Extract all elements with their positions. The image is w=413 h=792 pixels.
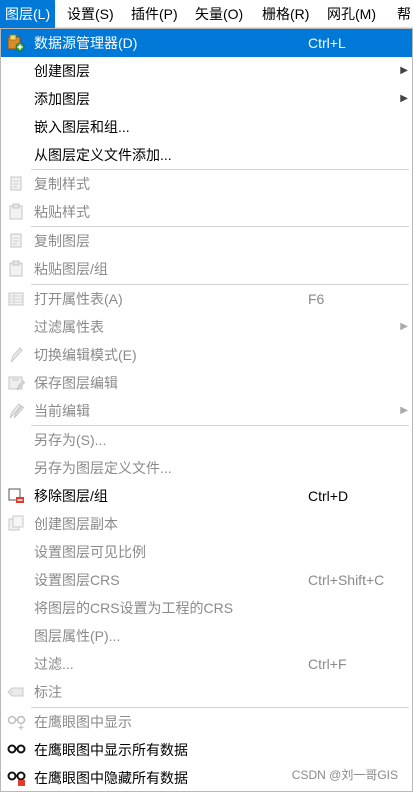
overview-show-icon [7,713,26,731]
pencil-icon [7,402,25,420]
menu-item-label: 创建图层副本 [34,516,118,532]
menu-item-paste-layer-group[interactable]: 粘贴图层/组 [1,255,412,283]
menu-item-add-from-layer-definition[interactable]: 从图层定义文件添加... [1,141,412,169]
menu-item-label: 图层属性(P)... [34,628,121,644]
menu-item-set-project-crs-from-layer[interactable]: 将图层的CRS设置为工程的CRS [1,594,412,622]
menu-item-label: 另存为(S)... [34,432,107,448]
menu-item-label: 移除图层/组 [34,488,108,504]
menu-item-shortcut: Ctrl+D [308,488,349,504]
attribute-table-icon [7,290,25,308]
menu-item-label: 在鹰眼图中隐藏所有数据 [34,770,188,786]
menu-item-save-layer-edits[interactable]: 保存图层编辑 [1,369,412,397]
menu-item-label: 标注 [34,684,62,700]
submenu-arrow-icon: ▶ [400,321,408,332]
menu-item-save-as[interactable]: 另存为(S)... [1,426,412,454]
menubar-layer[interactable]: 图层(L) [0,0,56,28]
save-edits-icon [7,374,26,392]
menu-item-save-as-layer-definition[interactable]: 另存为图层定义文件... [1,454,412,482]
menu-item-copy-style[interactable]: 复制样式 [1,170,412,198]
menu-item-shortcut: Ctrl+F [308,656,347,672]
menu-item-label: 另存为图层定义文件... [34,460,172,476]
menu-item-filter[interactable]: 过滤... Ctrl+F [1,650,412,678]
menu-item-label: 复制图层 [34,233,90,249]
menu-item-label: 过滤... [34,656,74,672]
menu-item-current-edits[interactable]: 当前编辑 ▶ [1,397,412,425]
submenu-arrow-icon: ▶ [400,93,408,104]
menu-item-label: 打开属性表(A) [34,291,123,307]
menu-item-open-attribute-table[interactable]: 打开属性表(A) F6 [1,285,412,313]
menubar-mesh[interactable]: 网孔(M) [322,0,381,28]
menu-item-label: 切换编辑模式(E) [34,347,137,363]
menu-item-copy-layer[interactable]: 复制图层 [1,227,412,255]
menubar-help[interactable]: 帮 [392,0,413,28]
menu-item-label: 粘贴样式 [34,204,90,220]
menu-item-label: 复制样式 [34,176,90,192]
menu-item-label: 从图层定义文件添加... [34,147,172,163]
menu-item-remove-layer-group[interactable]: 移除图层/组 Ctrl+D [1,482,412,510]
menubar-settings[interactable]: 设置(S) [62,0,119,28]
menubar-plugins[interactable]: 插件(P) [126,0,183,28]
menu-item-filter-attribute-table[interactable]: 过滤属性表 ▶ [1,313,412,341]
menu-item-duplicate-layer[interactable]: 创建图层副本 [1,510,412,538]
menu-item-label: 保存图层编辑 [34,375,118,391]
copy-icon [7,175,25,193]
copy-icon [7,232,25,250]
menu-item-shortcut: F6 [308,291,325,307]
menu-item-label: 粘贴图层/组 [34,261,108,277]
menu-item-show-all-in-overview[interactable]: 在鹰眼图中显示所有数据 [1,736,412,764]
menu-item-labeling[interactable]: 标注 [1,678,412,706]
data-source-manager-icon [7,34,25,52]
layer-menu: 数据源管理器(D) Ctrl+L 创建图层 ▶ 添加图层 ▶ 嵌入图层和组...… [0,28,413,792]
menu-item-shortcut: Ctrl+Shift+C [308,572,385,588]
submenu-arrow-icon: ▶ [400,405,408,416]
overview-hide-all-icon [7,769,26,787]
menu-item-label: 将图层的CRS设置为工程的CRS [34,600,234,616]
menu-item-layer-properties[interactable]: 图层属性(P)... [1,622,412,650]
menu-item-shortcut: Ctrl+L [308,35,346,51]
menubar-vector[interactable]: 矢量(O) [190,0,248,28]
paste-icon [7,203,25,221]
submenu-arrow-icon: ▶ [400,65,408,76]
menu-item-label: 设置图层可见比例 [34,544,146,560]
menu-item-create-layer[interactable]: 创建图层 ▶ [1,57,412,85]
label-icon [7,683,25,701]
menu-item-embed-layers[interactable]: 嵌入图层和组... [1,113,412,141]
pencil-icon [7,346,25,364]
menu-item-toggle-editing[interactable]: 切换编辑模式(E) [1,341,412,369]
menu-item-label: 设置图层CRS [34,572,120,588]
paste-icon [7,260,25,278]
menu-item-label: 当前编辑 [34,403,90,419]
menu-item-data-source-manager[interactable]: 数据源管理器(D) Ctrl+L [1,29,412,57]
remove-layer-icon [7,487,25,505]
menu-item-label: 在鹰眼图中显示 [34,714,132,730]
menu-item-label: 创建图层 [34,63,90,79]
menu-item-add-layer[interactable]: 添加图层 ▶ [1,85,412,113]
menu-item-show-in-overview[interactable]: 在鹰眼图中显示 [1,708,412,736]
menu-bar: 图层(L) 设置(S) 插件(P) 矢量(O) 栅格(R) 网孔(M) 帮 [0,0,413,28]
duplicate-layer-icon [7,515,25,533]
menubar-raster[interactable]: 栅格(R) [257,0,314,28]
menu-item-label: 在鹰眼图中显示所有数据 [34,742,188,758]
menu-item-set-scale-visibility[interactable]: 设置图层可见比例 [1,538,412,566]
menu-item-set-layer-crs[interactable]: 设置图层CRS Ctrl+Shift+C [1,566,412,594]
overview-show-all-icon [7,741,26,759]
menu-item-label: 过滤属性表 [34,319,104,335]
menu-item-label: 数据源管理器(D) [34,35,138,51]
menu-item-label: 添加图层 [34,91,90,107]
watermark: CSDN @刘一哥GIS [291,768,398,782]
menu-item-paste-style[interactable]: 粘贴样式 [1,198,412,226]
menu-item-label: 嵌入图层和组... [34,119,130,135]
